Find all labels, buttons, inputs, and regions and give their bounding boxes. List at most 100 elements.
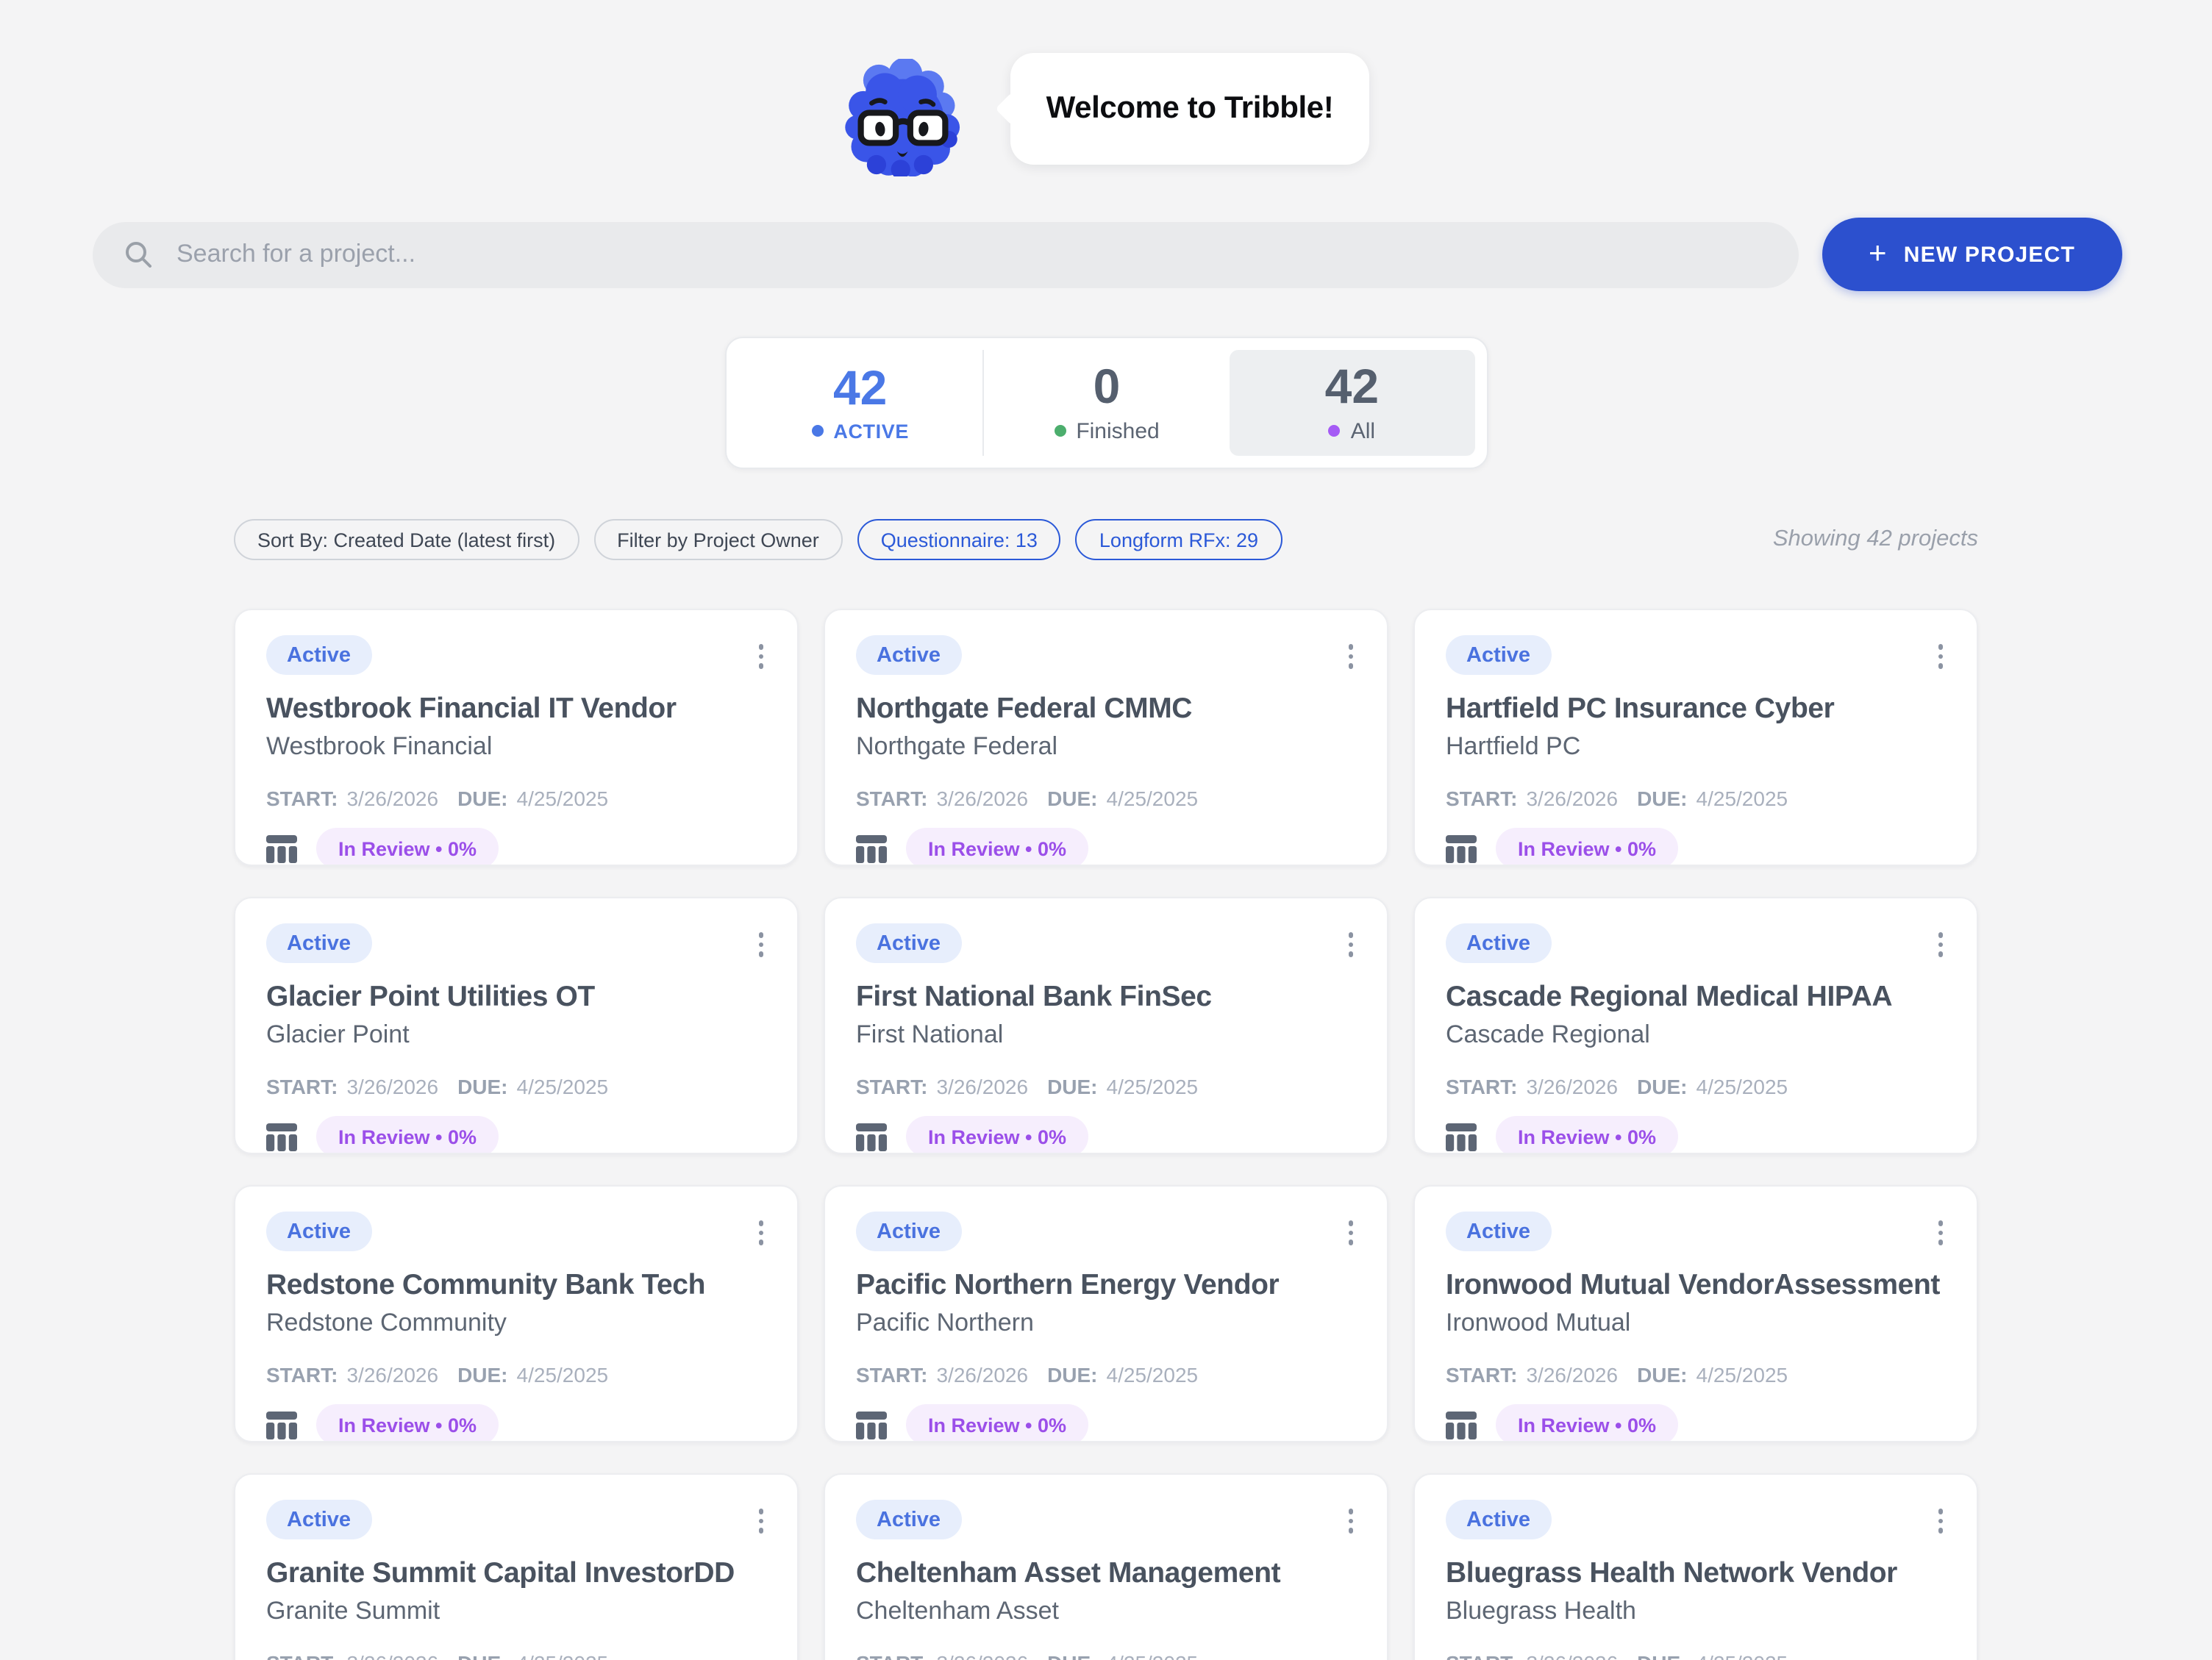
project-title: First National Bank FinSec — [856, 981, 1356, 1015]
table-icon — [266, 1123, 297, 1151]
all-count: 42 — [1325, 362, 1379, 412]
project-dates: START: 3/26/2026 DUE: 4/25/2025 — [266, 1075, 766, 1098]
stat-tab-all[interactable]: 42 All — [1230, 350, 1474, 456]
new-project-button[interactable]: + NEW PROJECT — [1822, 218, 2122, 291]
review-status-badge: In Review • 0% — [1496, 828, 1678, 866]
project-company: Pacific Northern — [856, 1309, 1356, 1338]
project-dates: START: 3/26/2026 DUE: 4/25/2025 — [856, 1363, 1356, 1387]
project-dates: START: 3/26/2026 DUE: 4/25/2025 — [1446, 1363, 1946, 1387]
finished-count: 0 — [1093, 362, 1121, 412]
welcome-speech-bubble: Welcome to Tribble! — [1010, 53, 1369, 165]
status-badge: Active — [1446, 1500, 1551, 1539]
kebab-menu-icon[interactable] — [749, 926, 772, 962]
kebab-menu-icon[interactable] — [1929, 638, 1952, 674]
search-input[interactable] — [93, 221, 1798, 287]
stat-tab-finished[interactable]: 0 Finished — [982, 350, 1229, 456]
kebab-menu-icon[interactable] — [1339, 926, 1362, 962]
kebab-menu-icon[interactable] — [1339, 1503, 1362, 1539]
kebab-menu-icon[interactable] — [1339, 1214, 1362, 1251]
project-card[interactable]: Active Bluegrass Health Network Vendor B… — [1413, 1473, 1978, 1660]
project-card[interactable]: Active Ironwood Mutual VendorAssessment … — [1413, 1185, 1978, 1442]
due-label: DUE: — [1637, 787, 1687, 810]
longform-rfx-filter-chip[interactable]: Longform RFx: 29 — [1076, 519, 1282, 560]
kebab-menu-icon[interactable] — [1929, 1214, 1952, 1251]
kebab-menu-icon[interactable] — [1929, 1503, 1952, 1539]
project-dates: START: 3/26/2026 DUE: 4/25/2025 — [856, 1651, 1356, 1660]
review-status-badge: In Review • 0% — [1496, 1116, 1678, 1154]
kebab-menu-icon[interactable] — [749, 1214, 772, 1251]
kebab-menu-icon[interactable] — [749, 638, 772, 674]
due-date: 4/25/2025 — [517, 1075, 609, 1098]
project-company: Cascade Regional — [1446, 1020, 1946, 1050]
project-dates: START: 3/26/2026 DUE: 4/25/2025 — [266, 1651, 766, 1660]
kebab-menu-icon[interactable] — [1929, 926, 1952, 962]
tribble-mascot-logo — [843, 59, 963, 176]
due-date: 4/25/2025 — [1697, 787, 1788, 810]
table-icon — [856, 834, 887, 862]
project-dates: START: 3/26/2026 DUE: 4/25/2025 — [1446, 1075, 1946, 1098]
project-card[interactable]: Active Granite Summit Capital InvestorDD… — [234, 1473, 799, 1660]
sort-by-chip[interactable]: Sort By: Created Date (latest first) — [234, 519, 579, 560]
project-dates: START: 3/26/2026 DUE: 4/25/2025 — [266, 787, 766, 810]
status-badge: Active — [1446, 1212, 1551, 1251]
project-title: Hartfield PC Insurance Cyber — [1446, 693, 1946, 726]
due-date: 4/25/2025 — [1697, 1651, 1788, 1660]
project-card[interactable]: Active Hartfield PC Insurance Cyber Hart… — [1413, 609, 1978, 866]
start-date: 3/26/2026 — [346, 1651, 438, 1660]
due-date: 4/25/2025 — [1107, 1075, 1199, 1098]
new-project-label: NEW PROJECT — [1904, 242, 2075, 267]
project-dates: START: 3/26/2026 DUE: 4/25/2025 — [1446, 787, 1946, 810]
due-date: 4/25/2025 — [1697, 1363, 1788, 1387]
finished-dot-icon — [1054, 426, 1066, 437]
table-icon — [1446, 1123, 1477, 1151]
start-label: START: — [266, 1363, 338, 1387]
project-company: First National — [856, 1020, 1356, 1050]
status-badge: Active — [856, 1212, 961, 1251]
review-status-badge: In Review • 0% — [906, 1116, 1088, 1154]
due-label: DUE: — [1637, 1075, 1687, 1098]
search-bar — [93, 221, 1798, 287]
status-badge: Active — [856, 635, 961, 675]
project-card[interactable]: Active Pacific Northern Energy Vendor Pa… — [824, 1185, 1388, 1442]
start-date: 3/26/2026 — [936, 1363, 1028, 1387]
showing-projects-count: Showing 42 projects — [1773, 526, 1978, 553]
due-label: DUE: — [457, 1075, 507, 1098]
project-company: Hartfield PC — [1446, 732, 1946, 762]
project-dates: START: 3/26/2026 DUE: 4/25/2025 — [1446, 1651, 1946, 1660]
due-date: 4/25/2025 — [517, 1651, 609, 1660]
kebab-menu-icon[interactable] — [749, 1503, 772, 1539]
start-date: 3/26/2026 — [936, 1651, 1028, 1660]
project-stats-card: 42 ACTIVE 0 Finished 42 All — [724, 337, 1488, 469]
start-date: 3/26/2026 — [1526, 1363, 1618, 1387]
project-card[interactable]: Active Cascade Regional Medical HIPAA Ca… — [1413, 897, 1978, 1154]
project-card[interactable]: Active Redstone Community Bank Tech Reds… — [234, 1185, 799, 1442]
project-company: Ironwood Mutual — [1446, 1309, 1946, 1338]
project-title: Redstone Community Bank Tech — [266, 1269, 766, 1303]
due-label: DUE: — [457, 1363, 507, 1387]
status-badge: Active — [266, 923, 371, 963]
review-status-badge: In Review • 0% — [316, 828, 499, 866]
project-card[interactable]: Active Cheltenham Asset Management Chelt… — [824, 1473, 1388, 1660]
start-label: START: — [856, 1363, 927, 1387]
kebab-menu-icon[interactable] — [1339, 638, 1362, 674]
review-status-badge: In Review • 0% — [316, 1404, 499, 1442]
project-card[interactable]: Active First National Bank FinSec First … — [824, 897, 1388, 1154]
project-company: Glacier Point — [266, 1020, 766, 1050]
due-date: 4/25/2025 — [517, 787, 609, 810]
projects-dashboard: Welcome to Tribble! + NEW PROJECT 42 ACT… — [0, 0, 2212, 1660]
finished-label: Finished — [1076, 419, 1159, 444]
due-label: DUE: — [1637, 1363, 1687, 1387]
project-dates: START: 3/26/2026 DUE: 4/25/2025 — [856, 1075, 1356, 1098]
project-card[interactable]: Active Westbrook Financial IT Vendor Wes… — [234, 609, 799, 866]
due-date: 4/25/2025 — [517, 1363, 609, 1387]
questionnaire-filter-chip[interactable]: Questionnaire: 13 — [857, 519, 1061, 560]
start-label: START: — [1446, 1363, 1517, 1387]
stat-tab-active[interactable]: 42 ACTIVE — [738, 350, 982, 456]
project-card[interactable]: Active Glacier Point Utilities OT Glacie… — [234, 897, 799, 1154]
due-label: DUE: — [1637, 1651, 1687, 1660]
start-date: 3/26/2026 — [1526, 1651, 1618, 1660]
project-card[interactable]: Active Northgate Federal CMMC Northgate … — [824, 609, 1388, 866]
filter-owner-chip[interactable]: Filter by Project Owner — [593, 519, 843, 560]
due-label: DUE: — [1047, 787, 1097, 810]
projects-grid: Active Westbrook Financial IT Vendor Wes… — [234, 609, 1978, 1660]
